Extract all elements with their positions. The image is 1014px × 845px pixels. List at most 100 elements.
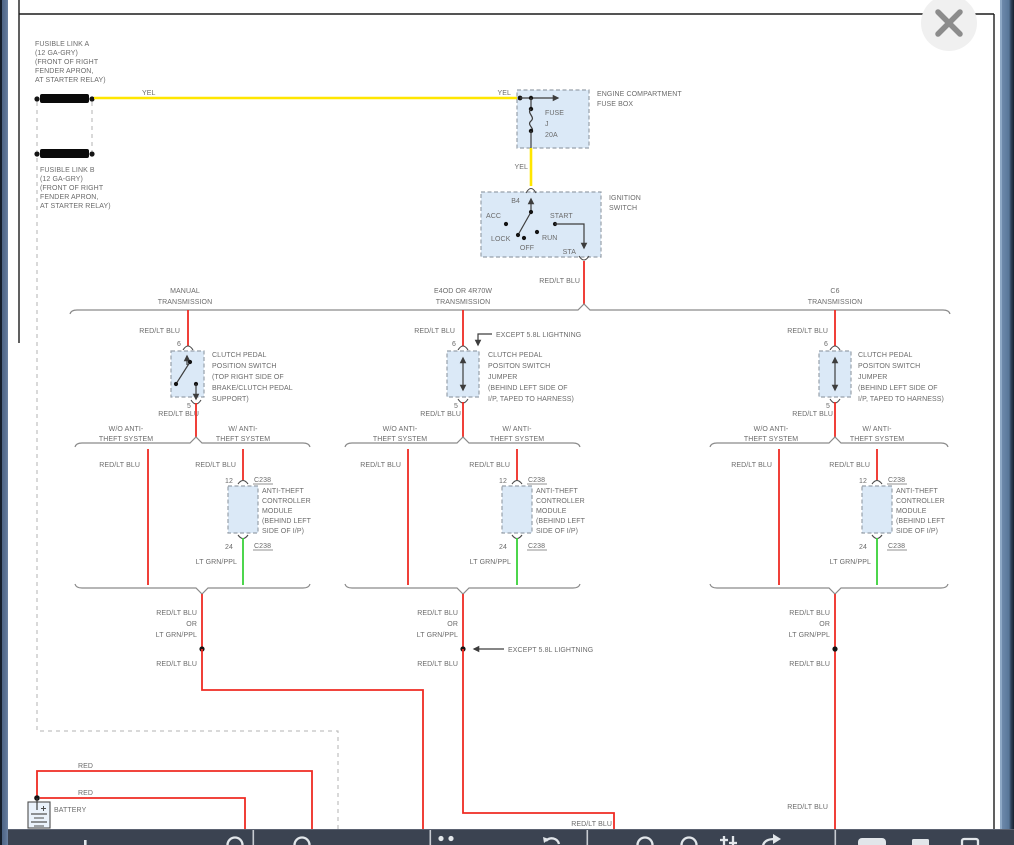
stop-button-icon[interactable] — [912, 839, 929, 845]
svg-text:CLUTCH PEDAL: CLUTCH PEDAL — [858, 352, 913, 359]
battery-label: BATTERY — [54, 807, 87, 814]
svg-text:RED/LT BLU: RED/LT BLU — [360, 462, 401, 469]
svg-text:LT GRN/PPL: LT GRN/PPL — [789, 632, 830, 639]
svg-text:RED/LT BLU: RED/LT BLU — [139, 328, 180, 335]
svg-text:RED/LT BLU: RED/LT BLU — [789, 610, 830, 617]
switch-label: CLUTCH PEDAL — [212, 352, 267, 359]
sliders-icon[interactable] — [720, 836, 737, 845]
window-edge-left — [0, 0, 8, 845]
branch-wo-antitheft: W/O ANTI- — [109, 426, 144, 433]
wire-label-red: RED — [78, 763, 93, 770]
svg-text:W/O ANTI-: W/O ANTI- — [754, 426, 789, 433]
circle-minus-icon[interactable] — [638, 838, 653, 845]
position-lock: LOCK — [491, 236, 511, 243]
svg-text:CONTROLLER: CONTROLLER — [536, 498, 585, 505]
pin-12: 12 — [499, 478, 507, 485]
svg-text:AT STARTER RELAY): AT STARTER RELAY) — [35, 77, 106, 84]
anti-theft-controller-module: ANTI-THEFT CONTROLLER MODULE (BEHIND LEF… — [502, 486, 586, 535]
svg-text:MODULE: MODULE — [536, 508, 567, 515]
svg-text:SUPPORT): SUPPORT) — [212, 396, 249, 403]
wire-label-red: RED — [78, 790, 93, 797]
zoom-in-icon[interactable] — [295, 838, 310, 845]
svg-text:SIDE OF I/P): SIDE OF I/P) — [896, 528, 938, 535]
zoom-out-icon[interactable] — [228, 838, 243, 845]
clutch-pedal-position-switch: CLUTCH PEDAL POSITION SWITCH (TOP RIGHT … — [171, 351, 293, 403]
close-icon — [921, 0, 977, 51]
svg-text:RED/LT BLU: RED/LT BLU — [417, 661, 458, 668]
svg-text:W/O ANTI-: W/O ANTI- — [383, 426, 418, 433]
refresh-icon[interactable] — [543, 837, 559, 844]
svg-text:SWITCH: SWITCH — [609, 205, 637, 212]
pin-12: 12 — [225, 478, 233, 485]
scrollbar-right[interactable] — [1000, 0, 1014, 829]
svg-text:W/ ANTI-: W/ ANTI- — [862, 426, 892, 433]
pin-12: 12 — [859, 478, 867, 485]
branch-w-antitheft: W/ ANTI- — [228, 426, 258, 433]
ignition-switch-box: B4 ACC LOCK OFF RUN START STA IGNITION S… — [481, 189, 641, 261]
svg-text:20A: 20A — [545, 132, 558, 139]
svg-text:THEFT SYSTEM: THEFT SYSTEM — [373, 436, 427, 443]
fusible-link-a-label: FUSIBLE LINK A — [35, 41, 90, 48]
svg-text:FENDER APRON,: FENDER APRON, — [40, 194, 98, 201]
pin-5: 5 — [454, 403, 458, 410]
copy-page-icon[interactable] — [962, 839, 978, 845]
svg-text:C238: C238 — [254, 543, 271, 550]
wire-label-yel: YEL — [142, 90, 156, 97]
svg-text:J: J — [545, 121, 549, 128]
panel-button-icon[interactable] — [858, 838, 886, 845]
svg-text:JUMPER: JUMPER — [858, 374, 887, 381]
header-manual: MANUAL — [170, 288, 200, 295]
svg-text:CONTROLLER: CONTROLLER — [262, 498, 311, 505]
anti-theft-controller-module: ANTI-THEFT CONTROLLER MODULE (BEHIND LEF… — [862, 486, 946, 535]
more-dots-icon[interactable] — [438, 836, 453, 841]
pointer-icon[interactable] — [84, 840, 87, 845]
svg-text:POSITON SWITCH: POSITON SWITCH — [488, 363, 550, 370]
svg-text:LT GRN/PPL: LT GRN/PPL — [470, 559, 511, 566]
toolbar-divider — [430, 830, 432, 845]
column-manual-transmission: RED/LT BLU 6 CLUTCH PEDAL POSITION SWITC… — [75, 310, 423, 829]
wire-label-yel: YEL — [497, 90, 511, 97]
svg-text:CONTROLLER: CONTROLLER — [896, 498, 945, 505]
close-button[interactable] — [921, 0, 977, 51]
bottom-toolbar — [8, 829, 1014, 845]
svg-text:RED/LT BLU: RED/LT BLU — [420, 411, 461, 418]
svg-text:BRAKE/CLUTCH PEDAL: BRAKE/CLUTCH PEDAL — [212, 385, 293, 392]
toolbar-divider — [253, 830, 255, 845]
svg-text:MODULE: MODULE — [262, 508, 293, 515]
svg-text:RED/LT BLU: RED/LT BLU — [789, 661, 830, 668]
svg-text:(12 GA-GRY): (12 GA-GRY) — [40, 176, 83, 183]
svg-text:RED/LT BLU: RED/LT BLU — [792, 411, 833, 418]
battery-symbol — [28, 802, 50, 828]
svg-text:TRANSMISSION: TRANSMISSION — [158, 299, 212, 306]
position-off: OFF — [520, 245, 534, 252]
svg-text:RED/LT BLU: RED/LT BLU — [731, 462, 772, 469]
svg-text:LT GRN/PPL: LT GRN/PPL — [156, 632, 197, 639]
svg-text:(FRONT OF RIGHT: (FRONT OF RIGHT — [35, 59, 99, 66]
svg-text:ANTI-THEFT: ANTI-THEFT — [262, 488, 304, 495]
svg-text:LT GRN/PPL: LT GRN/PPL — [417, 632, 458, 639]
svg-text:OR: OR — [447, 621, 458, 628]
svg-text:OR: OR — [819, 621, 830, 628]
battery-feed-wire-1 — [37, 771, 312, 829]
share-arrow-icon[interactable] — [763, 834, 781, 845]
svg-text:SIDE OF I/P): SIDE OF I/P) — [262, 528, 304, 535]
wiring-diagram: FUSIBLE LINK A (12 GA-GRY) (FRONT OF RIG… — [0, 0, 1014, 845]
fusible-link-a-bar — [40, 94, 89, 103]
circle-plus-icon[interactable] — [682, 838, 697, 845]
svg-text:(TOP RIGHT SIDE OF: (TOP RIGHT SIDE OF — [212, 374, 284, 381]
clutch-pedal-switch-jumper: CLUTCH PEDAL POSITON SWITCH JUMPER (BEHI… — [447, 351, 574, 403]
svg-text:AT STARTER RELAY): AT STARTER RELAY) — [40, 203, 111, 210]
svg-text:TRANSMISSION: TRANSMISSION — [436, 299, 490, 306]
svg-text:RED/LT BLU: RED/LT BLU — [469, 462, 510, 469]
svg-text:LT GRN/PPL: LT GRN/PPL — [830, 559, 871, 566]
wiring-diagram-viewer: FUSIBLE LINK A (12 GA-GRY) (FRONT OF RIG… — [0, 0, 1014, 845]
except-callout-line — [478, 334, 492, 345]
ignition-title: IGNITION — [609, 195, 641, 202]
svg-text:CLUTCH PEDAL: CLUTCH PEDAL — [488, 352, 543, 359]
pin-5: 5 — [826, 403, 830, 410]
svg-text:(BEHIND LEFT: (BEHIND LEFT — [536, 518, 586, 525]
junction-dot — [832, 646, 837, 651]
svg-text:THEFT SYSTEM: THEFT SYSTEM — [216, 436, 270, 443]
svg-text:RED/LT BLU: RED/LT BLU — [571, 821, 612, 828]
svg-text:(12 GA-GRY): (12 GA-GRY) — [35, 50, 78, 57]
